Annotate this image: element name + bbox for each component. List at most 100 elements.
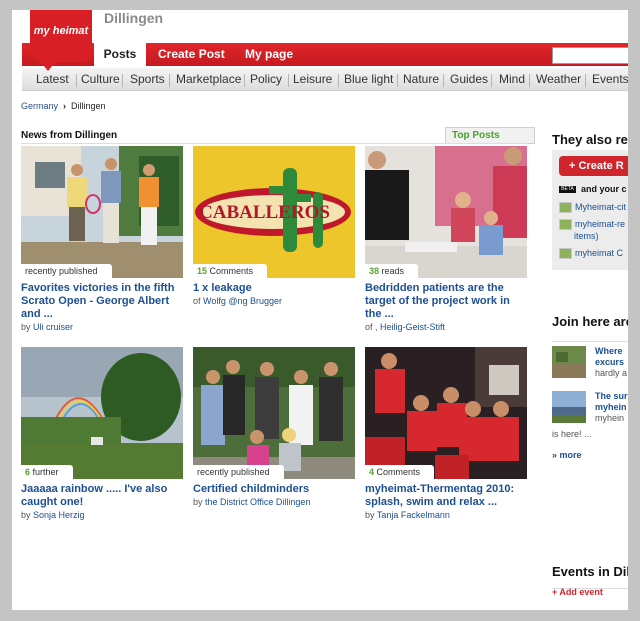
card-title[interactable]: Favorites victories in the fifth Scrato … xyxy=(21,282,183,321)
card-author[interactable]: Heilig-Geist-Stift xyxy=(380,322,445,332)
card-badge: 38 reads xyxy=(365,264,419,278)
site-thumbnail-icon xyxy=(559,202,572,214)
category-separator xyxy=(397,74,398,87)
beta-badge: BETA xyxy=(559,186,576,193)
sidebar-link[interactable]: myheimat C xyxy=(559,248,623,260)
group-entry: Where excurs hardly a xyxy=(595,346,627,379)
thermentag-group-photo[interactable]: 4 Comments xyxy=(365,347,527,479)
sidebar-link[interactable]: Myheimat-cit xyxy=(559,202,626,214)
card-title[interactable]: Jaaaaa rainbow ..... I've also caught on… xyxy=(21,483,183,509)
card-title[interactable]: 1 x leakage xyxy=(193,282,355,295)
category-separator xyxy=(338,74,339,87)
card-author[interactable]: Sonja Herzig xyxy=(33,510,85,520)
group-entry-text: is here! ... xyxy=(552,429,592,439)
category-mind[interactable]: Mind xyxy=(499,72,525,86)
rainbow-photo[interactable]: 6 further xyxy=(21,347,183,479)
category-separator xyxy=(529,74,530,87)
card-title[interactable]: Certified childminders xyxy=(193,483,355,496)
breadcrumb-germany[interactable]: Germany xyxy=(21,101,58,111)
category-nature[interactable]: Nature xyxy=(403,72,439,86)
group-entry-text: hardly a xyxy=(595,368,628,378)
section-divider xyxy=(21,143,528,144)
news-card: 4 Comments myheimat-Thermentag 2010: spl… xyxy=(365,347,527,520)
card-badge: 15 Comments xyxy=(193,264,268,278)
news-heading: News from Dillingen xyxy=(21,130,118,141)
category-marketplace[interactable]: Marketplace xyxy=(176,72,241,86)
breadcrumb: Germany › Dillingen xyxy=(21,101,106,111)
category-leisure[interactable]: Leisure xyxy=(293,72,332,86)
group-thumbnail[interactable] xyxy=(552,391,586,423)
childminders-group-photo[interactable]: recently published xyxy=(193,347,355,479)
sidebar-join-heading: Join here are xyxy=(552,314,628,329)
category-separator xyxy=(169,74,170,87)
sidebar-link-continuation[interactable]: items) xyxy=(574,231,599,241)
category-weather[interactable]: Weather xyxy=(536,72,581,86)
group-entry-title[interactable]: The sur xyxy=(595,391,628,402)
search-input[interactable] xyxy=(552,47,628,64)
beta-text: and your c xyxy=(581,184,627,194)
site-thumbnail-icon xyxy=(559,248,572,260)
tab-my-page[interactable]: My page xyxy=(245,43,293,66)
card-badge: recently published xyxy=(21,264,112,278)
category-events[interactable]: Events xyxy=(592,72,628,86)
site-thumbnail-icon xyxy=(559,219,572,231)
card-author[interactable]: Wolfg @ng Brugger xyxy=(203,296,282,306)
category-policy[interactable]: Policy xyxy=(250,72,282,86)
category-culture[interactable]: Culture xyxy=(81,72,120,86)
news-card: CABALLEROS 15 Comments 1 x leakage of Wo… xyxy=(193,146,355,306)
section-divider xyxy=(552,341,628,342)
category-guides[interactable]: Guides xyxy=(450,72,488,86)
group-entry-title[interactable]: excurs xyxy=(595,357,627,368)
group-entry-title[interactable]: Where xyxy=(595,346,627,357)
caballeros-sign-photo[interactable]: CABALLEROS 15 Comments xyxy=(193,146,355,278)
sidebar-also-heading: They also re xyxy=(552,132,628,147)
group-entry: The sur myhein myhein xyxy=(595,391,628,424)
category-separator xyxy=(244,74,245,87)
group-entry-title[interactable]: myhein xyxy=(595,402,628,413)
news-card: 6 further Jaaaaa rainbow ..... I've also… xyxy=(21,347,183,520)
news-card: 38 reads Bedridden patients are the targ… xyxy=(365,146,527,332)
group-thumbnail[interactable] xyxy=(552,346,586,378)
top-posts-tab[interactable]: Top Posts xyxy=(445,127,535,144)
site-title: Dillingen xyxy=(104,10,164,26)
group-entry-text: myhein xyxy=(595,413,625,423)
sidebar-link[interactable]: myheimat-re xyxy=(559,219,625,231)
category-sports[interactable]: Sports xyxy=(130,72,165,86)
tab-create-post[interactable]: Create Post xyxy=(158,43,225,66)
category-separator xyxy=(122,74,123,87)
breadcrumb-arrow-icon: › xyxy=(63,101,67,111)
news-card: recently published Favorites victories i… xyxy=(21,146,183,332)
breadcrumb-current: Dillingen xyxy=(71,101,106,111)
card-title[interactable]: Bedridden patients are the target of the… xyxy=(365,282,527,321)
news-card: recently published Certified childminder… xyxy=(193,347,355,507)
category-separator xyxy=(585,74,586,87)
category-latest[interactable]: Latest xyxy=(36,72,69,86)
sidebar-events-heading: Events in Dill xyxy=(552,564,628,579)
more-link[interactable]: » more xyxy=(552,450,582,460)
dolls-project-photo[interactable]: 38 reads xyxy=(365,146,527,278)
category-separator xyxy=(288,74,289,87)
card-byline: by the District Office Dillingen xyxy=(193,497,311,507)
category-blue-light[interactable]: Blue light xyxy=(344,72,393,86)
browser-page: my heimat Dillingen Posts Create Post My… xyxy=(12,10,628,610)
card-author[interactable]: Tanja Fackelmann xyxy=(377,510,450,520)
card-byline: of Wolfg @ng Brugger xyxy=(193,296,283,306)
category-separator xyxy=(443,74,444,87)
add-event-link[interactable]: + Add event xyxy=(552,587,603,597)
card-byline: of , Heilig-Geist-Stift xyxy=(365,322,446,332)
card-title[interactable]: myheimat-Thermentag 2010: splash, swim a… xyxy=(365,483,527,509)
category-separator xyxy=(76,74,77,87)
myheimat-logo[interactable]: my heimat xyxy=(30,10,92,71)
card-author[interactable]: Uli cruiser xyxy=(33,322,73,332)
card-byline: by Sonja Herzig xyxy=(21,510,85,520)
create-button[interactable]: + Create R xyxy=(559,156,628,176)
sign-text: CABALLEROS xyxy=(199,202,330,223)
card-badge: 4 Comments xyxy=(365,465,435,479)
card-author[interactable]: the District Office Dillingen xyxy=(205,497,310,507)
card-badge: recently published xyxy=(193,465,284,479)
tab-posts[interactable]: Posts xyxy=(94,43,146,68)
tennis-players-photo[interactable]: recently published xyxy=(21,146,183,278)
logo-speech-tail xyxy=(40,61,56,71)
card-badge: 6 further xyxy=(21,465,73,479)
card-byline: by Tanja Fackelmann xyxy=(365,510,450,520)
